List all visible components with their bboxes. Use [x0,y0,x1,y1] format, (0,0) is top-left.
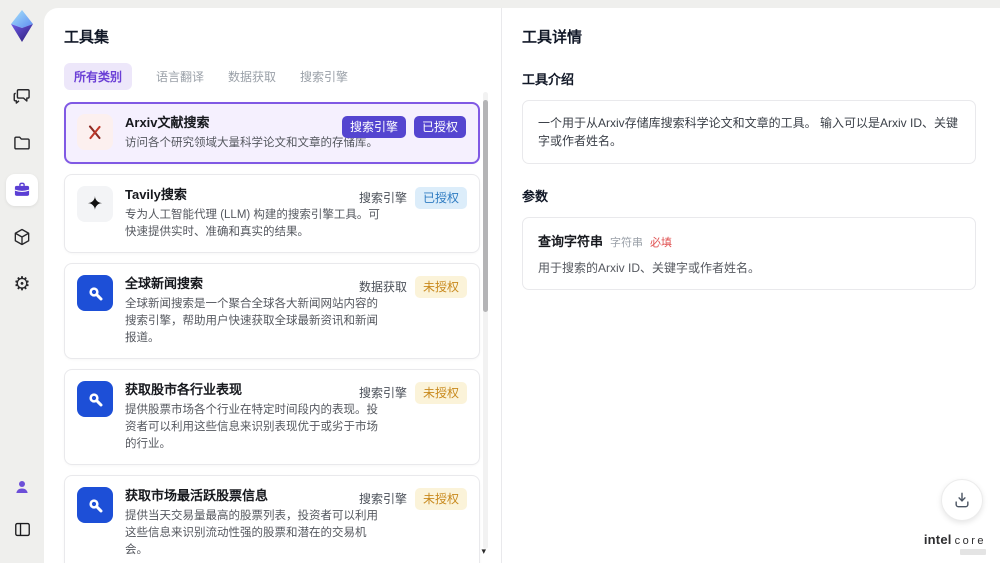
tool-description: 专为人工智能代理 (LLM) 构建的搜索引擎工具。可快速提供实时、准确和真实的结… [125,209,380,238]
auth-badge: 已授权 [414,187,467,209]
app-logo-gem-icon [6,8,38,44]
tool-card-active-stocks[interactable]: 获取市场最活跃股票信息 提供当天交易量最高的股票列表，投资者可以利用这些信息来识… [64,475,480,563]
sidebar: ⚙ [0,0,44,563]
auth-badge: 未授权 [414,382,467,404]
tool-description: 提供当天交易量最高的股票列表，投资者可以利用这些信息来识别流动性强的股票和潜在的… [125,510,378,556]
settings-gear-icon: ⚙ [13,273,31,295]
tool-name: 获取股市各行业表现 [125,382,243,397]
params-section-title: 参数 [522,189,549,204]
download-button[interactable] [941,479,983,521]
category-label: 搜索引擎 [358,191,407,205]
user-icon [13,478,31,496]
panel-toggle-icon [13,520,32,539]
category-label: 数据获取 [358,280,407,294]
app-root: ⚙ 工具集 所有类别 语言翻译 数据获取 搜索引擎 Arxiv文献搜索 访问各个… [0,0,1000,563]
tool-card-arxiv[interactable]: Arxiv文献搜索 访问各个研究领域大量科学论文和文章的存储库。 搜索引擎 已授… [64,102,480,164]
search-blue-icon [77,487,113,523]
tool-list-pane: 工具集 所有类别 语言翻译 数据获取 搜索引擎 Arxiv文献搜索 访问各个研究… [44,8,501,563]
auth-badge: 已授权 [413,116,466,138]
auth-badge: 未授权 [414,488,467,510]
param-required-badge: 必填 [650,237,673,249]
param-header-row: 查询字符串 字符串 必填 [538,231,960,250]
param-name: 查询字符串 [538,234,604,249]
sidebar-item-files[interactable] [6,127,38,159]
chat-icon [12,86,32,106]
tool-description: 提供股票市场各个行业在特定时间段内的表现。投资者可以利用这些信息来识别表现优于或… [125,404,378,450]
tool-card-list: Arxiv文献搜索 访问各个研究领域大量科学论文和文章的存储库。 搜索引擎 已授… [64,102,480,563]
intel-logo-subtext [960,549,986,555]
folder-icon [12,133,32,153]
page-title: 工具集 [64,29,110,46]
tab-search-engine[interactable]: 搜索引擎 [300,68,348,85]
search-blue-icon [77,381,113,417]
intro-text: 一个用于从Arxiv存储库搜索科学论文和文章的工具。 输入可以是Arxiv ID… [538,116,959,148]
arxiv-icon [77,114,113,150]
sidebar-item-packages[interactable] [6,221,38,253]
param-description: 用于搜索的Arxiv ID、关键字或作者姓名。 [538,261,761,275]
detail-title: 工具详情 [522,29,583,46]
tool-name: Tavily搜索 [125,187,187,202]
list-scrollbar[interactable] [483,92,488,549]
tool-card-global-news[interactable]: 全球新闻搜索 全球新闻搜索是一个聚合全球各大新闻网站内容的搜索引擎，帮助用户快速… [64,263,480,359]
download-icon [952,490,972,510]
category-tabs: 所有类别 语言翻译 数据获取 搜索引擎 [64,63,501,90]
param-box: 查询字符串 字符串 必填 用于搜索的Arxiv ID、关键字或作者姓名。 [522,217,976,290]
tool-detail-pane: 工具详情 工具介绍 一个用于从Arxiv存储库搜索科学论文和文章的工具。 输入可… [501,8,1000,563]
sidebar-item-collapse[interactable] [6,513,38,545]
tool-card-tavily[interactable]: ✦ Tavily搜索 专为人工智能代理 (LLM) 构建的搜索引擎工具。可快速提… [64,174,480,253]
tool-description: 全球新闻搜索是一个聚合全球各大新闻网站内容的搜索引擎，帮助用户快速获取全球最新资… [125,298,378,344]
category-label: 搜索引擎 [358,492,407,506]
sidebar-bottom [6,471,38,545]
core-wordmark: core [954,535,986,547]
sidebar-item-settings[interactable]: ⚙ [6,268,38,300]
tool-card-sector-performance[interactable]: 获取股市各行业表现 提供股票市场各个行业在特定时间段内的表现。投资者可以利用这些… [64,369,480,465]
tool-name: 全球新闻搜索 [125,276,204,291]
sidebar-item-chat[interactable] [6,80,38,112]
briefcase-icon [12,180,32,200]
tab-language-translation[interactable]: 语言翻译 [156,68,204,85]
sparkle-icon: ✦ [77,186,113,222]
intel-core-logo: intel core [924,532,986,555]
search-blue-icon [77,275,113,311]
sidebar-nav: ⚙ [6,80,38,300]
tab-all-categories[interactable]: 所有类别 [64,63,133,90]
tool-name: 获取市场最活跃股票信息 [125,488,269,503]
category-badge: 搜索引擎 [341,116,406,138]
category-label: 搜索引擎 [358,386,407,400]
param-type: 字符串 [610,237,644,249]
list-scrollbar-thumb[interactable] [483,100,488,312]
sidebar-item-account[interactable] [6,471,38,503]
tab-data-fetch[interactable]: 数据获取 [228,68,276,85]
intro-box: 一个用于从Arxiv存储库搜索科学论文和文章的工具。 输入可以是Arxiv ID… [522,100,976,164]
scroll-down-indicator[interactable]: ▾ [481,546,486,557]
auth-badge: 未授权 [414,276,467,298]
intel-wordmark: intel [923,532,952,547]
package-icon [12,227,32,247]
sidebar-item-tools[interactable] [6,174,38,206]
main-panel: 工具集 所有类别 语言翻译 数据获取 搜索引擎 Arxiv文献搜索 访问各个研究… [44,8,1000,563]
intro-section-title: 工具介绍 [522,72,575,87]
